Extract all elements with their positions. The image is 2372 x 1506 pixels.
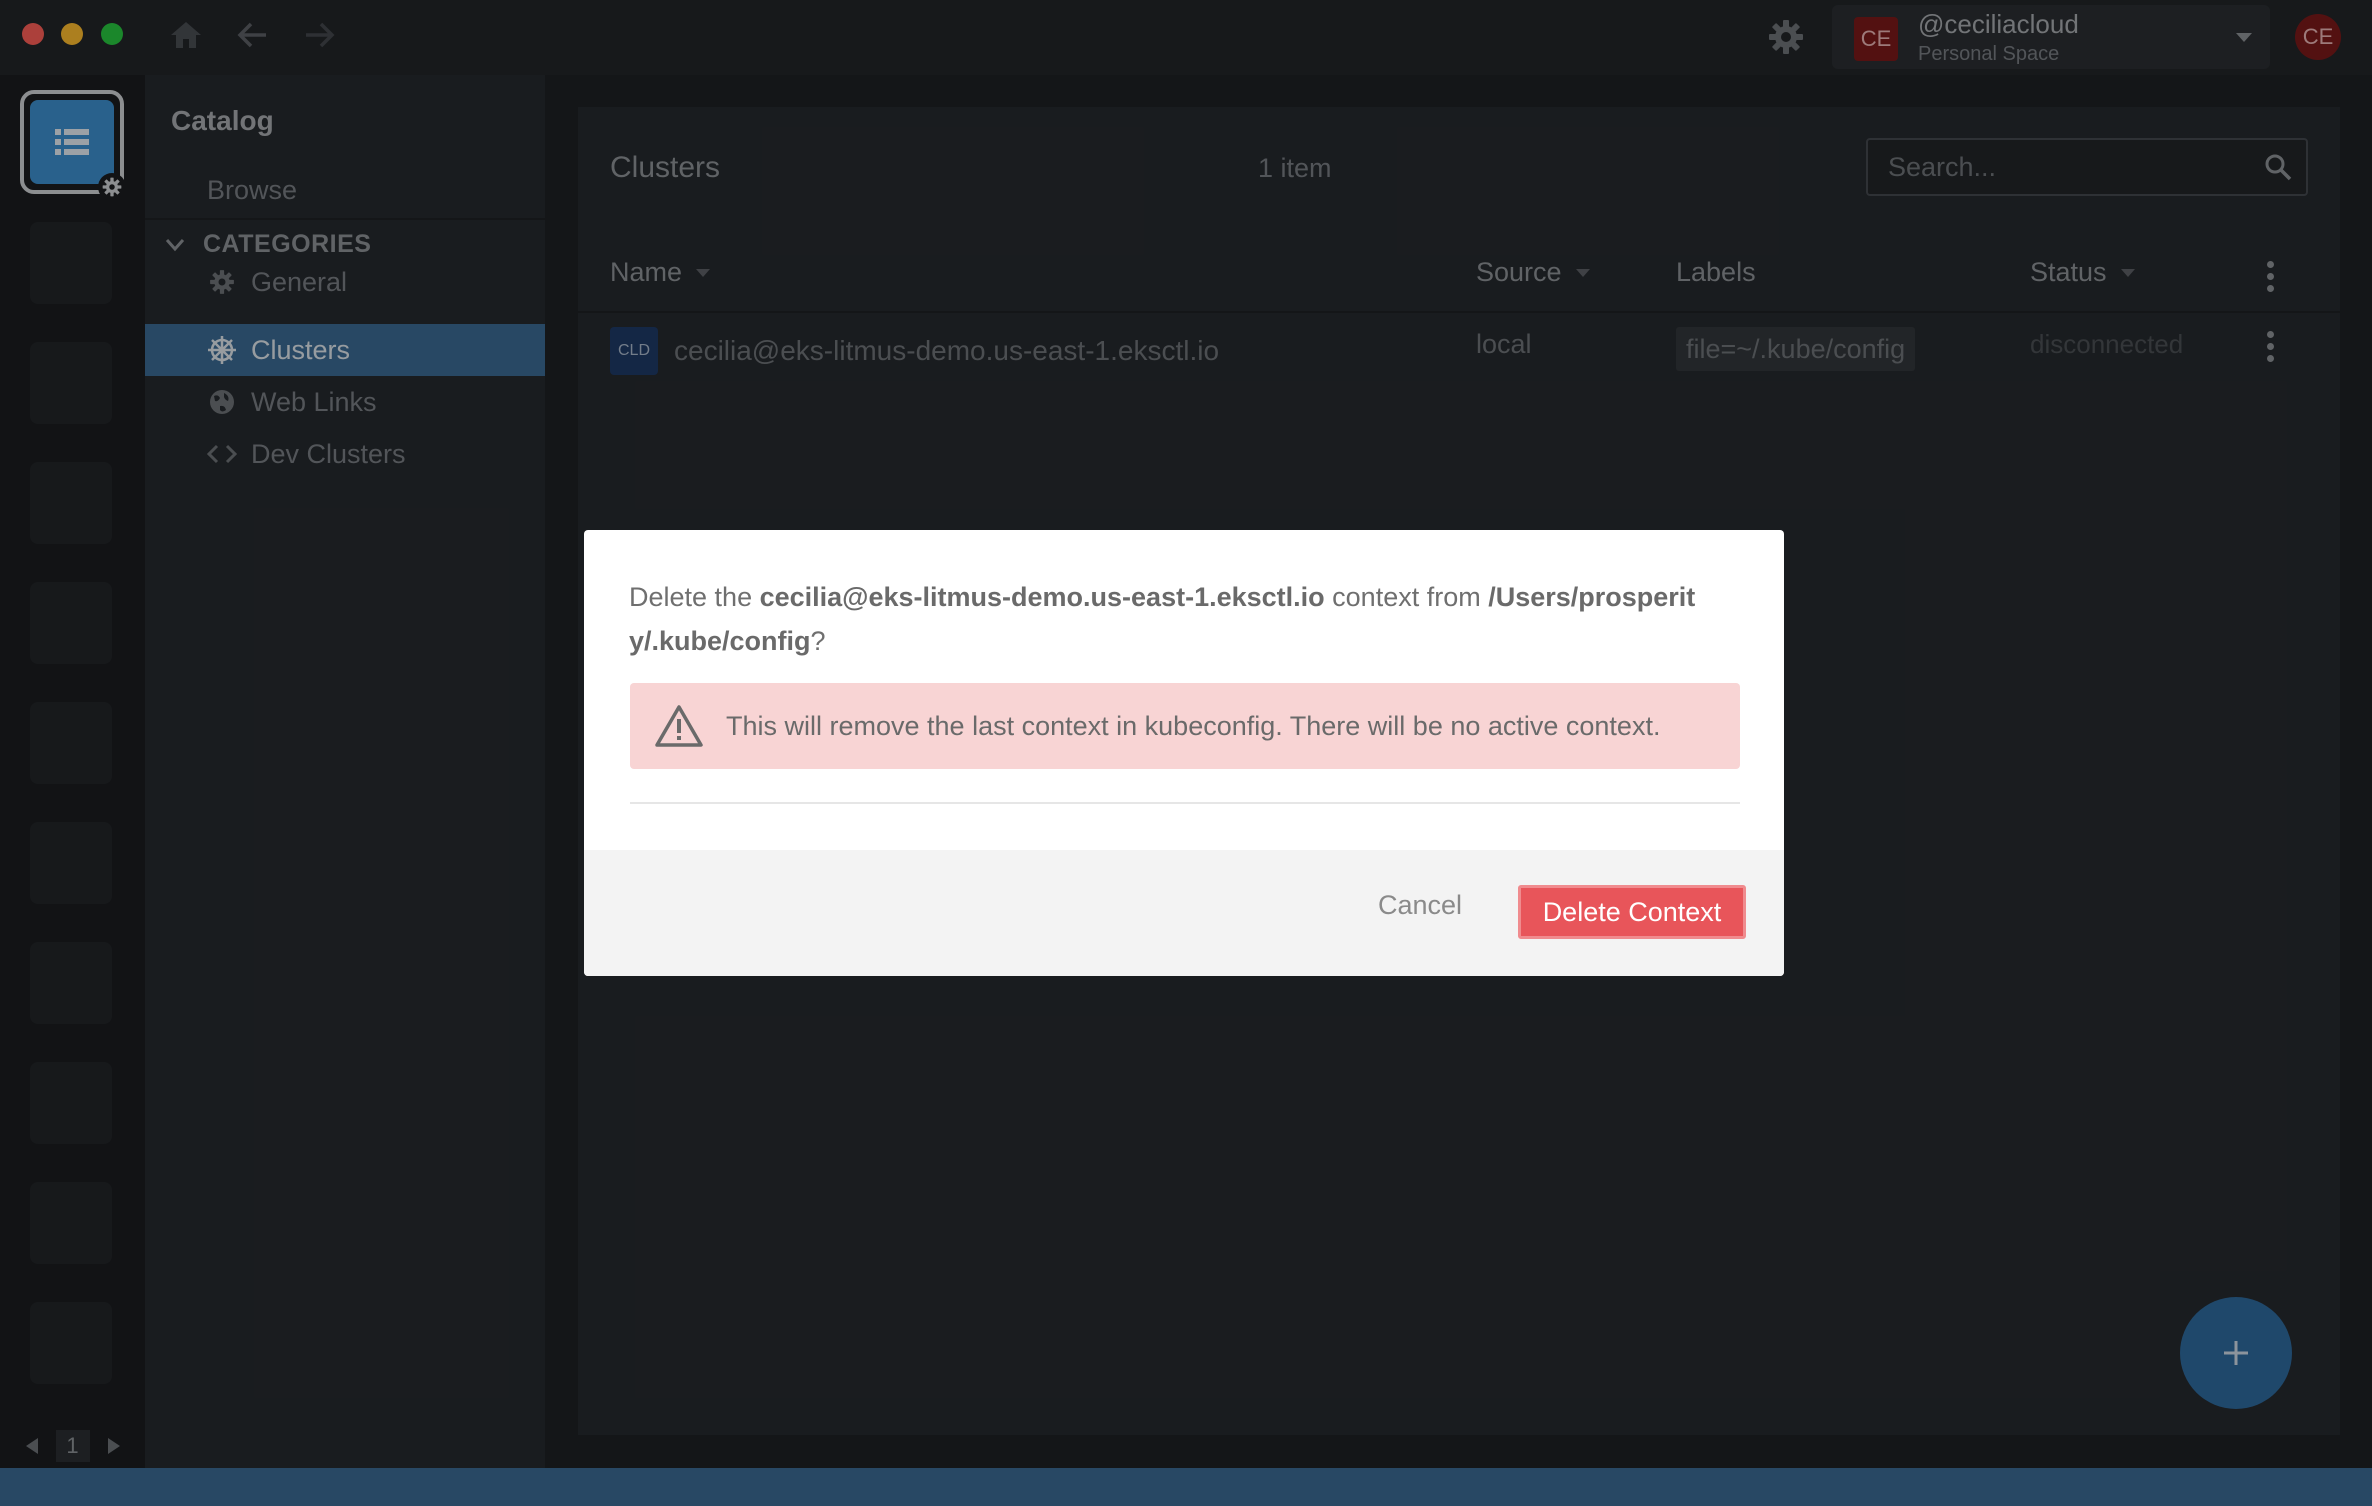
message-prefix: Delete the <box>629 582 760 612</box>
warning-text: This will remove the last context in kub… <box>726 710 1661 741</box>
dialog-footer: Cancel Delete Context <box>584 850 1784 976</box>
kubeconfig-path: /Users/prosperit <box>1488 582 1696 612</box>
context-name: cecilia@eks-litmus-demo.us-east-1.eksctl… <box>759 582 1325 612</box>
warning-banner: This will remove the last context in kub… <box>630 683 1740 769</box>
kubeconfig-path-continued: y/.kube/config <box>629 626 811 656</box>
message-middle: context from <box>1324 582 1489 612</box>
warning-icon <box>655 705 703 747</box>
delete-context-button[interactable]: Delete Context <box>1518 885 1746 939</box>
message-suffix: ? <box>810 626 826 656</box>
cancel-button[interactable]: Cancel <box>1378 890 1462 921</box>
confirmation-message: Delete the cecilia@eks-litmus-demo.us-ea… <box>629 575 1739 663</box>
delete-context-dialog: Delete the cecilia@eks-litmus-demo.us-ea… <box>584 530 1784 976</box>
divider <box>630 802 1740 804</box>
